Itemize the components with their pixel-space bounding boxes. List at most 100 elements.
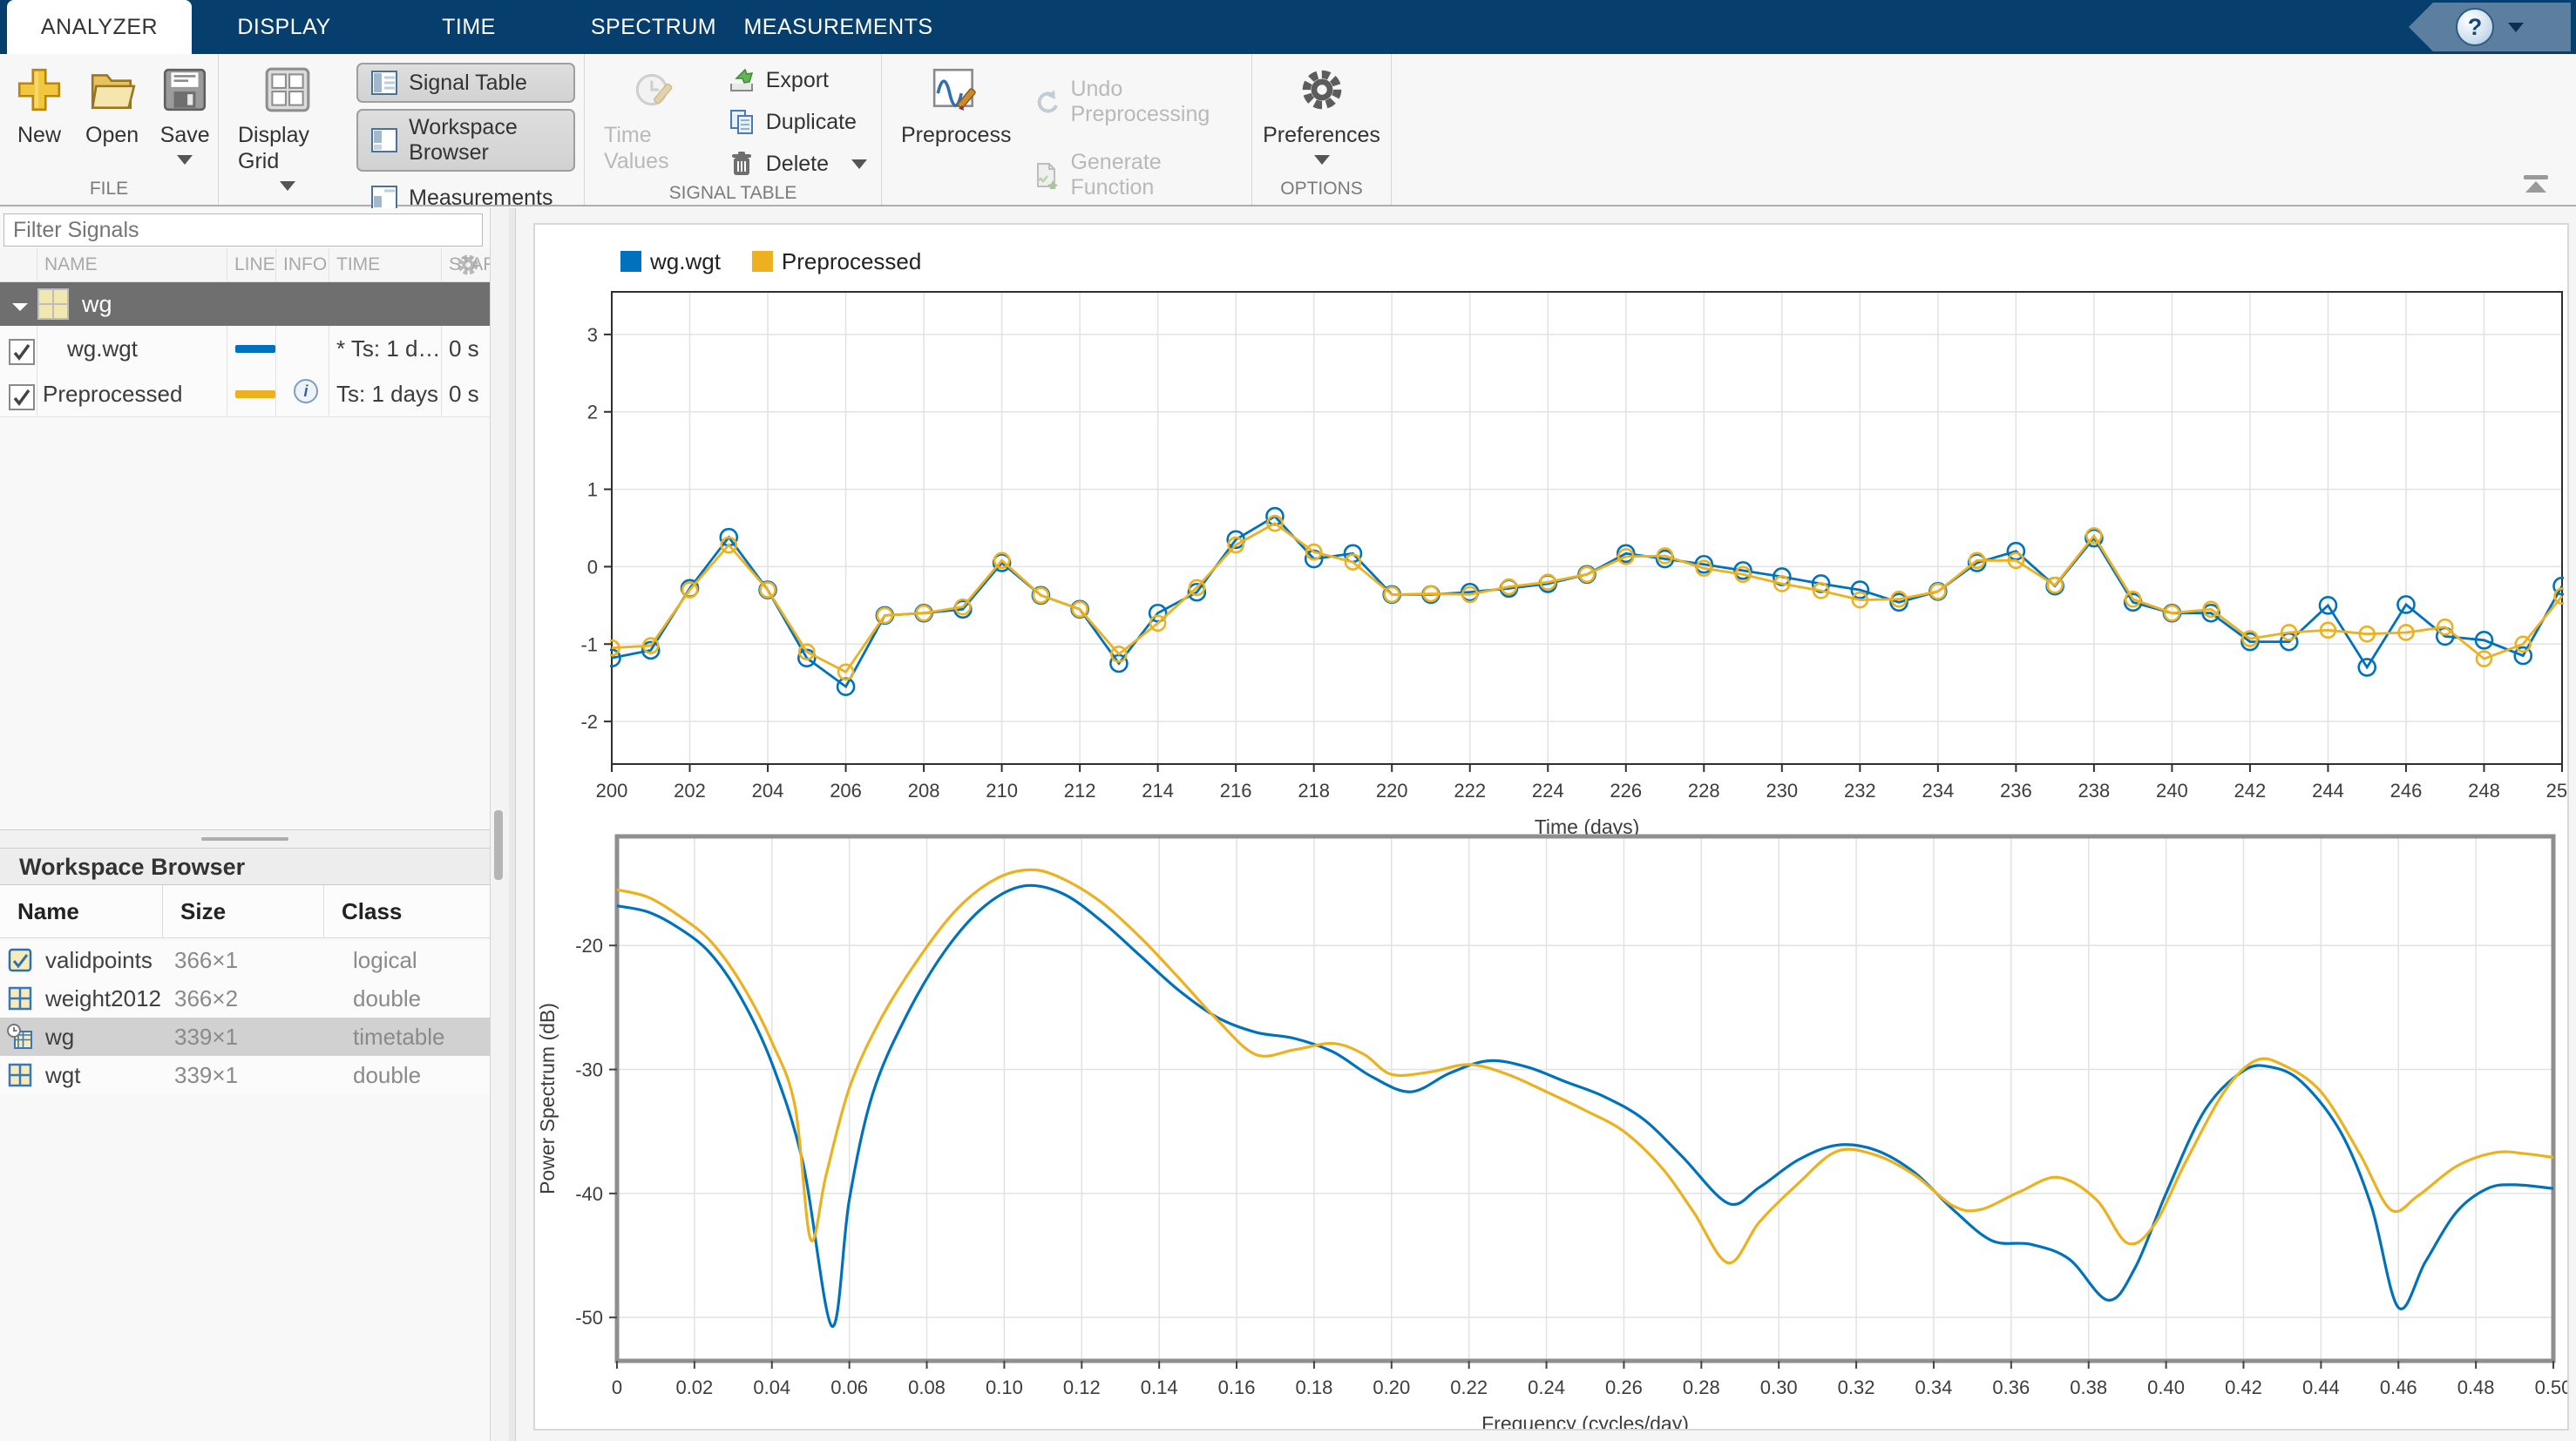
signal-group-row[interactable]: wg [0,282,490,326]
svg-text:0.30: 0.30 [1760,1377,1798,1398]
svg-text:236: 236 [2000,780,2032,802]
time-values-label: Time Values [604,122,707,174]
series-wg.wgt[interactable] [617,885,2553,1326]
tab-spectrum[interactable]: SPECTRUM [561,0,746,54]
new-icon [14,64,64,115]
display-grid-button[interactable]: Display Grid [238,61,337,191]
open-button[interactable]: Open [85,61,139,148]
signal-visible-checkbox[interactable] [9,384,35,410]
section-label-options: OPTIONS [1252,177,1391,205]
group-collapse-icon[interactable] [12,303,28,311]
help-button[interactable]: ? [2409,3,2571,51]
svg-text:226: 226 [1610,780,1642,802]
workspace-column-name[interactable]: Name [0,885,162,937]
export-button[interactable]: Export [722,63,872,98]
charts-svg[interactable]: 2002022042062082102122142162182202222242… [535,225,2567,1429]
legend-label-Preprocessed[interactable]: Preprocessed [782,248,921,274]
duplicate-button[interactable]: Duplicate [722,105,872,139]
scrollbar-thumb[interactable] [494,810,503,880]
table-settings-gear-icon[interactable] [455,252,481,278]
signal-time-value: * Ts: 1 d… [336,335,440,362]
tab-analyzer[interactable]: ANALYZER [7,0,192,54]
series-wg.wgt[interactable] [612,517,2562,687]
info-icon[interactable]: i [293,378,319,410]
column-header-info[interactable]: INFO [275,248,329,281]
panel-divider[interactable] [509,208,516,1441]
splitter-handle-icon[interactable] [201,837,288,841]
generate-function-label: Generate Function [1070,150,1237,200]
svg-text:0.16: 0.16 [1218,1377,1256,1398]
signal-row-Preprocessed[interactable]: PreprocessediTs: 1 days0 s [0,371,490,417]
signal-row-wg.wgt[interactable]: wg.wgt* Ts: 1 d…0 s [0,326,490,372]
variable-class: double [336,985,421,1012]
workspace-row-wg[interactable]: wg339×1timetable [0,1018,490,1056]
signal-line-swatch[interactable] [235,390,275,398]
svg-text:Power Spectrum (dB): Power Spectrum (dB) [536,1003,559,1194]
svg-text:0.34: 0.34 [1915,1377,1953,1398]
workspace-browser-title: Workspace Browser [0,849,490,885]
delete-icon [728,150,756,178]
new-button[interactable]: New [14,61,64,148]
workspace-row-wgt[interactable]: wgt339×1double [0,1056,490,1094]
column-header-name[interactable]: NAME [37,248,227,281]
svg-text:-1: -1 [580,633,598,655]
legend-label-wg.wgt[interactable]: wg.wgt [649,248,722,274]
preprocess-button[interactable]: Preprocess [901,61,1011,148]
duplicate-label: Duplicate [766,110,857,135]
time-series-plot: 2002022042062082102122142162182202222242… [580,248,2567,838]
preferences-button[interactable]: Preferences [1263,61,1380,165]
workspace-browser-toggle-label: Workspace Browser [409,115,561,166]
left-panel-scrollbar[interactable] [490,208,509,1441]
signal-table-panel-icon [370,69,398,97]
workspace-row-validpoints[interactable]: validpoints366×1logical [0,941,490,979]
display-grid-caret-icon[interactable] [280,181,295,191]
svg-text:238: 238 [2078,780,2111,802]
svg-text:0.02: 0.02 [675,1377,713,1398]
workspace-browser-toggle[interactable]: Workspace Browser [356,109,575,172]
help-dropdown-caret-icon[interactable] [2508,23,2524,32]
undo-preprocessing-button[interactable]: Undo Preprocessing [1027,73,1243,131]
signal-table-toggle[interactable]: Signal Table [356,63,575,103]
signal-line-swatch[interactable] [235,345,275,353]
new-label: New [17,122,61,148]
help-icon[interactable]: ? [2456,8,2494,46]
preferences-caret-icon[interactable] [1314,155,1330,165]
variable-name: wgt [45,1062,157,1089]
svg-text:-50: -50 [575,1307,603,1329]
signal-visible-checkbox[interactable] [9,339,35,365]
tab-time[interactable]: TIME [376,0,561,54]
variable-size: 366×2 [157,985,336,1012]
variable-class: logical [336,947,417,974]
tab-display[interactable]: DISPLAY [192,0,376,54]
column-header-time[interactable]: TIME [329,248,441,281]
collapse-ribbon-icon[interactable] [2518,173,2553,196]
workspace-column-class[interactable]: Class [323,885,490,937]
save-button[interactable]: Save [159,61,210,165]
save-dropdown-caret-icon[interactable] [177,155,193,165]
time-values-button[interactable]: Time Values [604,61,707,174]
measurements-toggle-label: Measurements [409,186,552,211]
svg-text:208: 208 [908,780,940,802]
svg-text:-40: -40 [575,1183,603,1205]
display-grid-icon [262,64,313,115]
workspace-column-size[interactable]: Size [162,885,323,937]
series-Preprocessed[interactable] [612,524,2562,673]
delete-button[interactable]: Delete [722,146,872,181]
column-header-checkbox[interactable] [0,248,37,281]
svg-text:244: 244 [2312,780,2344,802]
generate-function-button[interactable]: Generate Function [1027,146,1243,204]
variable-name: validpoints [45,947,157,974]
delete-caret-icon[interactable] [851,159,867,169]
workspace-row-weight2012[interactable]: weight2012366×2double [0,979,490,1018]
legend-swatch-Preprocessed[interactable] [752,251,773,272]
column-header-line[interactable]: LINE [227,248,275,281]
svg-text:0.14: 0.14 [1141,1377,1178,1398]
filter-signals-input[interactable] [3,213,483,247]
workspace-browser-header: NameSizeClass [0,885,490,938]
svg-text:212: 212 [1064,780,1096,802]
save-label: Save [160,122,210,148]
tab-measurements[interactable]: MEASUREMENTS [746,0,931,54]
panel-splitter[interactable] [0,829,490,849]
svg-text:230: 230 [1766,780,1798,802]
legend-swatch-wg.wgt[interactable] [620,251,641,272]
